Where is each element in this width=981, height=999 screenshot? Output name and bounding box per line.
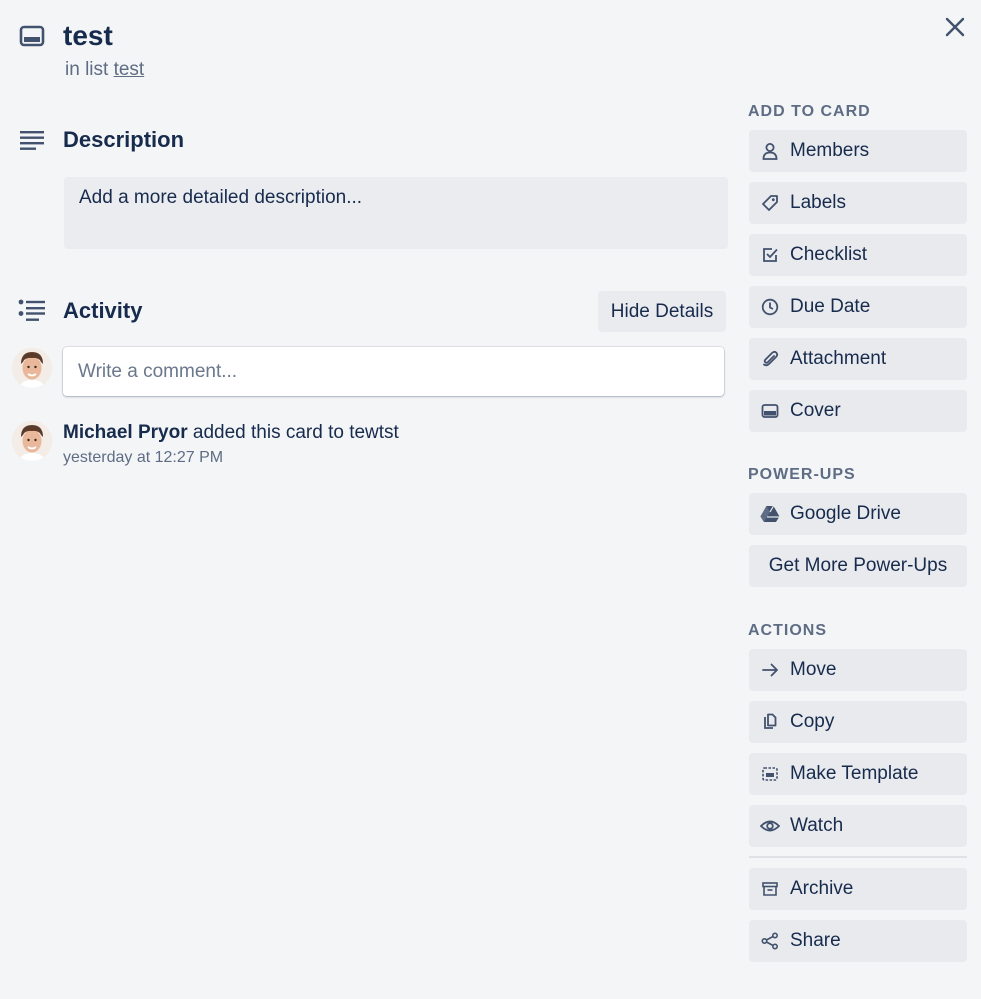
power-ups-heading: POWER-UPS <box>748 466 856 483</box>
template-icon <box>760 764 780 784</box>
archive-label: Archive <box>790 878 854 899</box>
watch-label: Watch <box>790 815 844 836</box>
copy-label: Copy <box>790 711 835 732</box>
get-more-power-ups-button[interactable]: Get More Power-Ups <box>749 545 967 587</box>
list-link[interactable]: test <box>114 59 145 80</box>
card-icon <box>19 24 45 48</box>
activity-avatar[interactable] <box>12 421 52 461</box>
make-template-label: Make Template <box>790 763 919 784</box>
activity-heading: Activity <box>63 298 143 323</box>
cover-button[interactable]: Cover <box>749 390 967 432</box>
tag-icon <box>760 193 780 213</box>
members-label: Members <box>790 140 870 161</box>
person-icon <box>760 141 780 161</box>
description-icon <box>19 128 45 154</box>
avatar[interactable] <box>12 348 52 388</box>
copy-icon <box>760 712 780 732</box>
card-cover-icon <box>760 401 780 421</box>
comment-input[interactable]: Write a comment... <box>63 347 724 396</box>
members-button[interactable]: Members <box>749 130 967 172</box>
divider <box>749 856 967 858</box>
share-icon <box>760 931 780 951</box>
google-drive-label: Google Drive <box>790 503 901 524</box>
checklist-label: Checklist <box>790 244 868 265</box>
google-drive-icon <box>760 504 780 524</box>
card-title[interactable]: test <box>63 18 113 54</box>
move-label: Move <box>790 659 837 680</box>
activity-timestamp[interactable]: yesterday at 12:27 PM <box>63 449 223 467</box>
move-button[interactable]: Move <box>749 649 967 691</box>
activity-entry: Michael Pryor added this card to tewtst <box>63 421 399 445</box>
due-date-button[interactable]: Due Date <box>749 286 967 328</box>
actions-heading: ACTIONS <box>748 622 827 639</box>
copy-button[interactable]: Copy <box>749 701 967 743</box>
hide-details-button[interactable]: Hide Details <box>598 291 726 332</box>
archive-button[interactable]: Archive <box>749 868 967 910</box>
activity-user[interactable]: Michael Pryor <box>63 422 188 443</box>
activity-action: added this card to tewtst <box>192 422 399 443</box>
checklist-button[interactable]: Checklist <box>749 234 967 276</box>
google-drive-button[interactable]: Google Drive <box>749 493 967 535</box>
checkbox-icon <box>760 245 780 265</box>
labels-label: Labels <box>790 192 846 213</box>
archive-icon <box>760 879 780 899</box>
list-breadcrumb: in list test <box>65 58 144 82</box>
activity-icon <box>18 298 45 324</box>
description-heading: Description <box>63 127 185 152</box>
paperclip-icon <box>760 349 780 369</box>
attachment-label: Attachment <box>790 348 887 369</box>
in-list-prefix: in list <box>65 59 109 80</box>
due-date-label: Due Date <box>790 296 871 317</box>
arrow-right-icon <box>760 660 780 680</box>
share-label: Share <box>790 930 841 951</box>
cover-label: Cover <box>790 400 841 421</box>
close-button[interactable] <box>940 12 970 42</box>
clock-icon <box>760 297 780 317</box>
add-to-card-heading: ADD TO CARD <box>748 103 871 120</box>
description-editor[interactable]: Add a more detailed description... <box>64 177 728 249</box>
watch-button[interactable]: Watch <box>749 805 967 847</box>
attachment-button[interactable]: Attachment <box>749 338 967 380</box>
make-template-button[interactable]: Make Template <box>749 753 967 795</box>
close-icon <box>945 17 965 37</box>
eye-icon <box>760 816 780 836</box>
share-button[interactable]: Share <box>749 920 967 962</box>
labels-button[interactable]: Labels <box>749 182 967 224</box>
